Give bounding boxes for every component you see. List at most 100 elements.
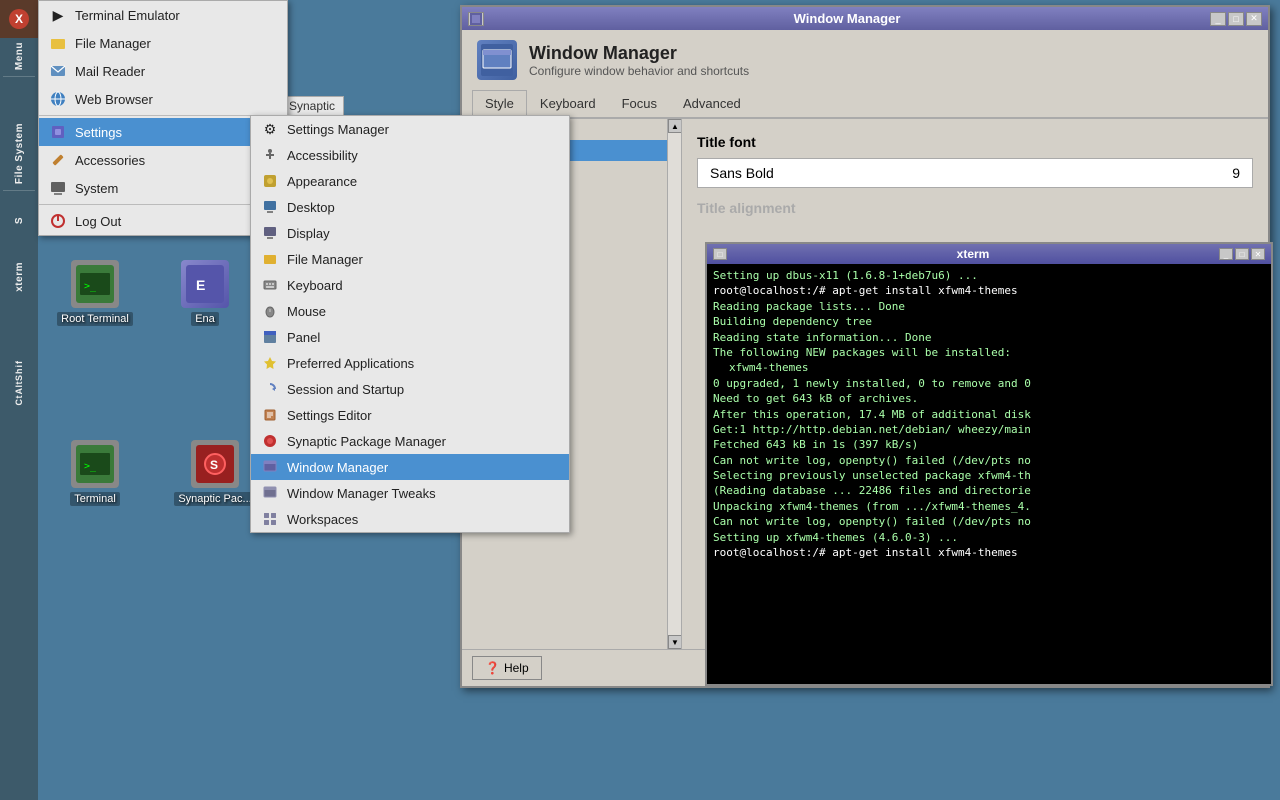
submenu-window-manager[interactable]: Window Manager [251, 454, 569, 480]
tab-advanced[interactable]: Advanced [670, 90, 754, 117]
root-terminal-icon[interactable]: >_ Root Terminal [50, 260, 140, 326]
fm-svg [263, 252, 277, 266]
xterm-close[interactable]: ✕ [1251, 248, 1265, 260]
accessibility-icon [261, 146, 279, 164]
submenu-session[interactable]: Session and Startup [251, 376, 569, 402]
settings-menu-icon [49, 123, 67, 141]
xterm-minimize[interactable]: _ [1219, 248, 1233, 260]
wm-header-text: Window Manager Configure window behavior… [529, 43, 749, 78]
submenu-file-manager[interactable]: File Manager [251, 246, 569, 272]
xterm-line-17: Setting up xfwm4-themes (4.6.0-3) ... [713, 530, 1265, 545]
synaptic-header-text: Synaptic [289, 99, 335, 113]
desktop: >_ Root Terminal E Ena [0, 0, 1280, 800]
submenu-preferred-apps[interactable]: Preferred Applications [251, 350, 569, 376]
ena-label: Ena [191, 312, 219, 326]
submenu-appearance[interactable]: Appearance [251, 168, 569, 194]
fm-icon [261, 250, 279, 268]
wm-header: Window Manager Configure window behavior… [462, 30, 1268, 90]
menu-item-file-manager[interactable]: File Manager [39, 29, 287, 57]
panel-divider-1 [3, 76, 35, 77]
scroll-up-btn[interactable]: ▲ [668, 119, 682, 133]
xterm-title: xterm [727, 247, 1219, 261]
mouse-svg [263, 304, 277, 318]
folder-icon [50, 35, 66, 51]
preferred-apps-label: Preferred Applications [287, 356, 414, 371]
submenu-display[interactable]: Display [251, 220, 569, 246]
settings-editor-label: Settings Editor [287, 408, 372, 423]
xterm-icon-btn[interactable]: □ [713, 248, 727, 260]
xterm-left-controls: □ [713, 248, 727, 260]
title-font-label: Title font [697, 134, 1253, 150]
xterm-line-15: Unpacking xfwm4-themes (from .../xfwm4-t… [713, 499, 1265, 514]
menu-item-mail[interactable]: Mail Reader [39, 57, 287, 85]
workspaces-label: Workspaces [287, 512, 358, 527]
root-terminal-label: Root Terminal [57, 312, 133, 326]
svg-text:>_: >_ [84, 281, 97, 292]
synaptic-sm-label: Synaptic Package Manager [287, 434, 446, 449]
tab-keyboard[interactable]: Keyboard [527, 90, 609, 117]
accessibility-label: Accessibility [287, 148, 358, 163]
kbd-hint-text: Shif [14, 360, 24, 381]
xterm-panel-label[interactable]: xterm [0, 258, 38, 296]
terminal-icon[interactable]: >_ Terminal [50, 440, 140, 506]
synaptic-header: Synaptic [280, 96, 344, 116]
submenu-settings-editor[interactable]: Settings Editor [251, 402, 569, 428]
submenu-keyboard[interactable]: Keyboard [251, 272, 569, 298]
submenu-workspaces[interactable]: Workspaces [251, 506, 569, 532]
synaptic-svg: S [196, 445, 234, 483]
help-button[interactable]: ❓ Help [472, 656, 542, 680]
submenu-mouse[interactable]: Mouse [251, 298, 569, 324]
submenu-synaptic[interactable]: Synaptic Package Manager [251, 428, 569, 454]
appearance-label: Appearance [287, 174, 357, 189]
title-font-bar: Sans Bold 9 [697, 158, 1253, 188]
help-label: Help [504, 661, 529, 675]
submenu-settings-manager[interactable]: ⚙ Settings Manager [251, 116, 569, 142]
root-terminal-image: >_ [71, 260, 119, 308]
scroll-down-btn[interactable]: ▼ [668, 635, 682, 649]
xterm-maximize[interactable]: □ [1235, 248, 1249, 260]
tab-focus[interactable]: Focus [609, 90, 670, 117]
menu-item-web[interactable]: Web Browser [39, 85, 287, 113]
s-panel-label[interactable]: S [0, 213, 38, 228]
submenu-panel[interactable]: Panel [251, 324, 569, 350]
wm-icon-btn[interactable] [468, 12, 484, 26]
settings-menu-label: Settings [75, 125, 122, 140]
wm-minimize-btn[interactable]: _ [1210, 12, 1226, 26]
wm-header-subtitle: Configure window behavior and shortcuts [529, 64, 749, 78]
wm-tabs: Style Keyboard Focus Advanced [462, 90, 1268, 119]
wm-header-title: Window Manager [529, 43, 749, 64]
submenu-accessibility[interactable]: Accessibility [251, 142, 569, 168]
title-font-value: Sans Bold [710, 165, 774, 181]
desktop-svg [263, 200, 277, 214]
wm-left-controls [468, 12, 484, 26]
xterm-content[interactable]: Setting up dbus-x11 (1.6.8-1+deb7u6) ...… [707, 264, 1271, 684]
system-icon [50, 180, 66, 196]
submenu-wm-tweaks[interactable]: Window Manager Tweaks [251, 480, 569, 506]
synaptic-sm-svg [263, 434, 277, 448]
workspaces-svg [263, 512, 277, 526]
xterm-right-controls: _ □ ✕ [1219, 248, 1265, 260]
menu-icon: X [8, 8, 30, 30]
xterm-line-7: 0 upgraded, 1 newly installed, 0 to remo… [713, 376, 1265, 391]
menu-item-terminal[interactable]: ▶ Terminal Emulator [39, 1, 287, 29]
menu-button[interactable]: X [0, 0, 38, 38]
ena-icon[interactable]: E Ena [160, 260, 250, 326]
wm-title-text: Window Manager [490, 11, 1204, 26]
web-menu-icon [49, 90, 67, 108]
synaptic-pac-label: Synaptic Pac... [174, 492, 255, 506]
xterm-line-13: Selecting previously unselected package … [713, 468, 1265, 483]
xterm-titlebar: □ xterm _ □ ✕ [707, 244, 1271, 264]
settings-manager-label: Settings Manager [287, 122, 389, 137]
menu-label-group[interactable]: Menu [0, 38, 38, 74]
wm-titlebar: Window Manager _ □ ✕ [462, 7, 1268, 30]
filesystem-label-text: File System [14, 123, 25, 184]
svg-text:>_: >_ [84, 461, 97, 472]
wm-maximize-btn[interactable]: □ [1228, 12, 1244, 26]
filesystem-panel-label[interactable]: File System [0, 119, 38, 188]
xterm-line-1: root@localhost:/# apt-get install xfwm4-… [713, 283, 1265, 298]
terminal-svg: >_ [76, 265, 114, 303]
wm-close-btn[interactable]: ✕ [1246, 12, 1262, 26]
terminal-label: Terminal [70, 492, 120, 506]
submenu-desktop[interactable]: Desktop [251, 194, 569, 220]
logout-menu-icon [49, 212, 67, 230]
